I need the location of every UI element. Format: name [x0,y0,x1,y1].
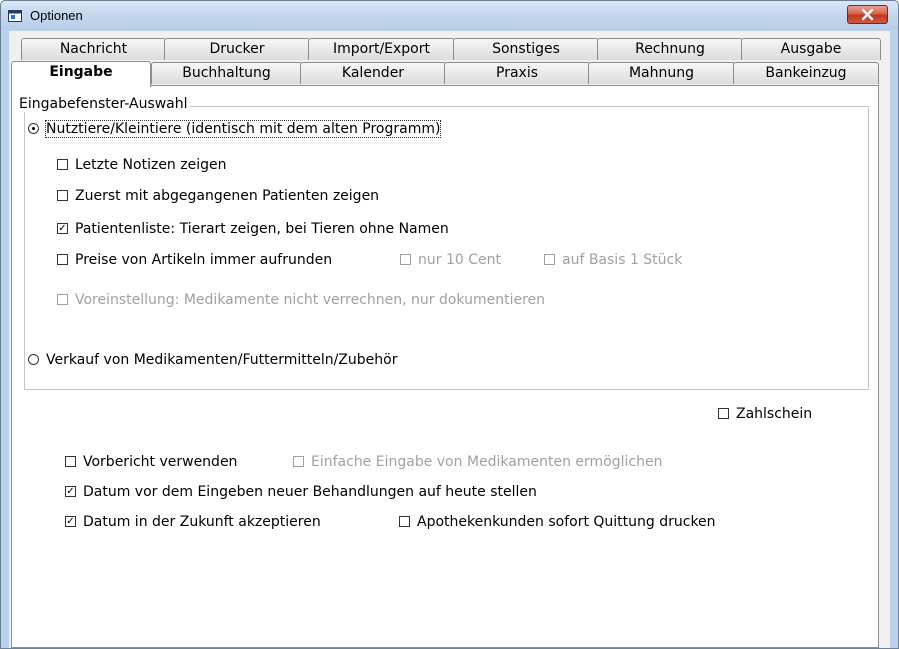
tab-sonstiges[interactable]: Sonstiges [453,38,599,60]
tab-bankeinzug[interactable]: Bankeinzug [733,62,879,84]
tab-buchhaltung[interactable]: Buchhaltung [151,62,302,84]
checkbox-box[interactable] [65,516,76,527]
tab-eingabe[interactable]: Eingabe [11,61,151,87]
checkbox-box[interactable] [57,254,68,265]
checkbox-box [400,254,411,265]
tab-import-export[interactable]: Import/Export [308,38,455,60]
tab-mahnung[interactable]: Mahnung [588,62,735,84]
tab-kalender[interactable]: Kalender [300,62,446,84]
close-button[interactable] [847,5,888,24]
radio-label: Nutztiere/Kleintiere (identisch mit dem … [44,120,442,138]
checkbox-patient-list[interactable]: Patientenliste: Tierart zeigen, bei Tier… [57,220,449,238]
tab-ausgabe[interactable]: Ausgabe [741,38,881,60]
groupbox-title: Eingabefenster-Auswahl [17,96,190,112]
checkbox-label: Zuerst mit abgegangenen Patienten zeigen [75,188,380,204]
app-icon [8,10,22,22]
input-window-groupbox [24,106,869,390]
checkbox-label: Apothekenkunden sofort Quittung drucken [417,514,716,530]
tab-drucker[interactable]: Drucker [164,38,310,60]
checkbox-departed-patients[interactable]: Zuerst mit abgegangenen Patienten zeigen [57,187,379,205]
checkbox-label: Letzte Notizen zeigen [75,157,227,173]
checkbox-box[interactable] [65,486,76,497]
radio-small-animals[interactable]: Nutztiere/Kleintiere (identisch mit dem … [28,120,442,138]
options-window: Optionen Nachricht Drucker Import/Export… [0,0,899,649]
checkbox-box [57,294,68,305]
checkbox-round-prices[interactable]: Preise von Artikeln immer aufrunden [57,251,332,269]
checkbox-label: Einfache Eingabe von Medikamenten ermögl… [311,454,663,470]
checkbox-label: Zahlschein [736,406,813,422]
checkbox-box[interactable] [57,223,68,234]
checkbox-preset-meds: Voreinstellung: Medikamente nicht verrec… [57,291,545,309]
tab-panel-eingabe: Eingabefenster-Auswahl Nutztiere/Kleinti… [11,85,879,648]
checkbox-one-piece: auf Basis 1 Stück [544,251,682,269]
tab-nachricht[interactable]: Nachricht [21,38,166,60]
checkbox-pharmacy-receipt[interactable]: Apothekenkunden sofort Quittung drucken [399,513,716,531]
checkbox-preliminary-report[interactable]: Vorbericht verwenden [65,453,237,471]
checkbox-label: auf Basis 1 Stück [562,252,683,268]
checkbox-label: Datum vor dem Eingeben neuer Behandlunge… [83,484,537,500]
checkbox-label: Datum in der Zukunft akzeptieren [83,514,321,530]
checkbox-box[interactable] [57,190,68,201]
checkbox-payslip[interactable]: Zahlschein [718,405,812,423]
title-bar[interactable]: Optionen [1,1,898,30]
checkbox-label: Preise von Artikeln immer aufrunden [75,252,333,268]
checkbox-box[interactable] [718,408,729,419]
radio-sale[interactable]: Verkauf von Medikamenten/Futtermitteln/Z… [28,351,397,369]
checkbox-box[interactable] [65,456,76,467]
checkbox-date-today[interactable]: Datum vor dem Eingeben neuer Behandlunge… [65,483,537,501]
checkbox-last-notes[interactable]: Letzte Notizen zeigen [57,156,226,174]
tab-praxis[interactable]: Praxis [444,62,590,84]
checkbox-label: nur 10 Cent [418,252,501,268]
window-title: Optionen [30,8,83,23]
radio-button[interactable] [28,354,39,365]
checkbox-label: Patientenliste: Tierart zeigen, bei Tier… [75,221,449,237]
checkbox-ten-cent: nur 10 Cent [400,251,501,269]
checkbox-box[interactable] [399,516,410,527]
checkbox-future-date[interactable]: Datum in der Zukunft akzeptieren [65,513,321,531]
checkbox-box[interactable] [57,159,68,170]
checkbox-label: Vorbericht verwenden [83,454,238,470]
checkbox-simple-meds: Einfache Eingabe von Medikamenten ermögl… [293,453,662,471]
checkbox-box [293,456,304,467]
checkbox-box [544,254,555,265]
dialog-client-area: Nachricht Drucker Import/Export Sonstige… [9,31,890,648]
radio-label: Verkauf von Medikamenten/Futtermitteln/Z… [46,352,398,368]
tab-rechnung[interactable]: Rechnung [597,38,743,60]
close-icon [861,8,874,21]
checkbox-label: Voreinstellung: Medikamente nicht verrec… [75,292,546,308]
radio-button[interactable] [28,123,39,134]
